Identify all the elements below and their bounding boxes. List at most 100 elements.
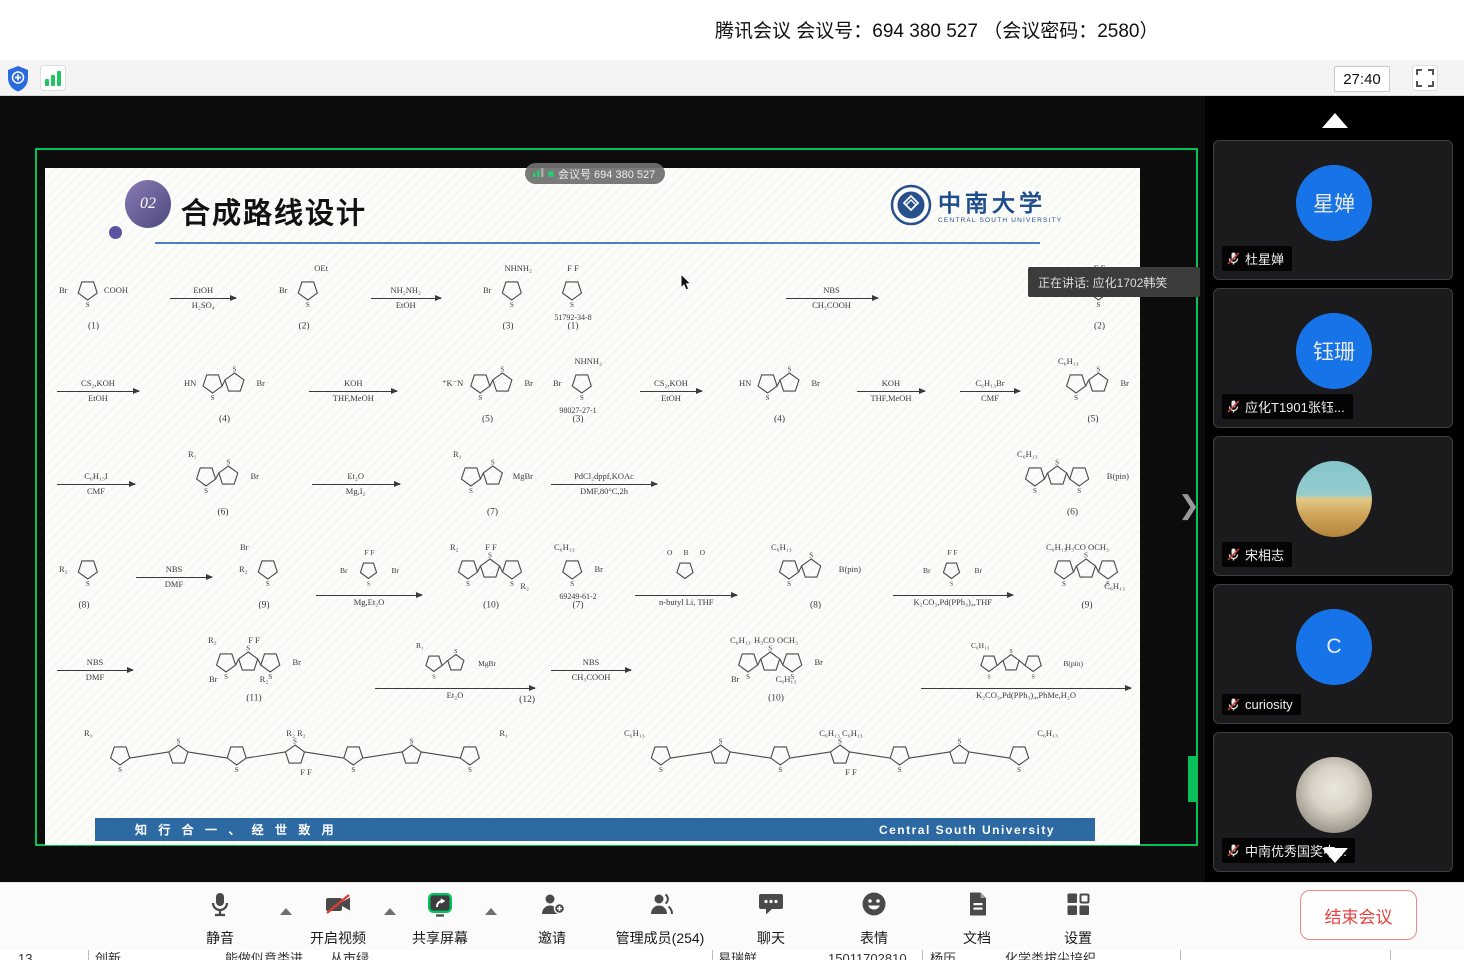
scroll-down-arrow[interactable]	[1322, 848, 1348, 863]
svg-text:S: S	[86, 580, 90, 588]
reaction-row: SR₂(8)NBSDMFSR₂Br(9)SBrBrF FMg,Et₂OSSSR₂…	[55, 531, 537, 624]
participants-sidebar: 星婵杜星婵钰珊应化T1901张钰...宋相志Ccuriosity中南优秀国奖中.…	[1205, 96, 1464, 882]
chat-button[interactable]: 聊天	[736, 890, 806, 948]
share-options-caret[interactable]	[485, 908, 497, 915]
reaction-arrow: C₆H₁₃ICMF	[57, 472, 135, 497]
svg-text:S: S	[432, 675, 435, 681]
university-logo: 中南大学 CENTRAL SOUTH UNIVERSITY	[890, 184, 1062, 231]
security-shield-icon[interactable]	[4, 64, 32, 92]
video-button[interactable]: 开启视频	[299, 890, 377, 948]
mic-muted-icon	[1226, 843, 1241, 858]
emoji-button[interactable]: 表情	[839, 890, 909, 948]
university-name-en: CENTRAL SOUTH UNIVERSITY	[938, 217, 1062, 224]
compound-structure: SBrC₆H₁₃69249-61-2(7)	[551, 541, 605, 614]
svg-text:S: S	[1096, 366, 1100, 374]
signal-bars-icon	[533, 167, 544, 181]
svg-text:(5): (5)	[482, 414, 493, 424]
button-label: 开启视频	[310, 928, 366, 948]
video-options-caret[interactable]	[384, 908, 396, 915]
svg-text:C₆H₁₃: C₆H₁₃	[1017, 449, 1038, 459]
svg-text:Br: Br	[256, 378, 265, 388]
svg-text:(11): (11)	[246, 693, 261, 703]
participant-tile[interactable]: 钰珊应化T1901张钰...	[1213, 288, 1453, 428]
compound-structure: SBrOEt(2)	[277, 262, 331, 335]
participant-tile[interactable]: 宋相志	[1213, 436, 1453, 576]
meeting-id-badge[interactable]: 会议号 694 380 527	[525, 163, 665, 184]
members-button[interactable]: 管理成员(254)	[595, 890, 725, 948]
compound-structure: SF F51792-34-8(1)	[551, 262, 595, 335]
mute-options-caret[interactable]	[280, 908, 292, 915]
share-button[interactable]: 共享屏幕	[401, 890, 479, 948]
svg-text:R₁: R₁	[453, 449, 462, 459]
svg-text:C₆H₁₃: C₆H₁₃	[1104, 581, 1125, 591]
svg-text:S: S	[950, 582, 953, 588]
docs-button[interactable]: 文档	[942, 890, 1012, 948]
compound-structure: SBrCOOH(1)	[57, 262, 130, 335]
emoji-icon	[860, 890, 888, 923]
svg-text:S: S	[210, 394, 214, 402]
end-meeting-button[interactable]: 结束会议	[1300, 890, 1417, 940]
svg-text:S: S	[491, 459, 495, 467]
svg-text:S: S	[719, 738, 723, 746]
svg-text:H₃CO OCH₃: H₃CO OCH₃	[1065, 542, 1109, 552]
reaction-row: CS₂,KOHEtOHSSHNBr(4)KOHTHF,MeOHSS⁺K⁻NBr(…	[55, 345, 537, 438]
svg-text:S: S	[957, 738, 961, 746]
svg-text:(9): (9)	[1081, 600, 1092, 610]
presentation-slide: 02 合成路线设计 中南大学 CENTRAL SOUTH UNIVERSITY …	[45, 168, 1140, 845]
reaction-row: SSSSSSSC₆H₁₃C₆H₁₃ C₆H₁₃C₆H₁₃F F	[549, 717, 1133, 810]
participant-tile[interactable]: 星婵杜星婵	[1213, 140, 1453, 280]
svg-text:S: S	[500, 366, 504, 374]
scroll-up-arrow[interactable]	[1322, 113, 1348, 128]
settings-icon	[1064, 890, 1092, 923]
reaction-row: SF F51792-34-8(1)NBSCH₃COOHSBrBrF F(2)	[549, 252, 1133, 345]
compound-structure: SSSBrC₆H₁₃H₃CO OCH₃BrC₆H₁₃(10)	[727, 634, 825, 707]
svg-text:S: S	[86, 301, 90, 309]
compound-structure: SSSC₆H₁₃H₃CO OCH₃C₆H₁₃(9)	[1043, 541, 1131, 614]
svg-text:S: S	[118, 766, 122, 774]
svg-text:S: S	[454, 649, 457, 655]
mute-button[interactable]: 静音	[184, 890, 256, 948]
meeting-title: 腾讯会议 会议号：694 380 527 （会议密码：2580）	[715, 16, 1159, 43]
svg-text:(7): (7)	[572, 600, 583, 610]
reaction-row: C₆H₁₃ICMFSSBrR₁(6)Et₂OMg,I₂SSMgBrR₁(7)	[55, 438, 537, 531]
compound-structure: SR₂Br(9)	[237, 541, 291, 614]
svg-text:NHNH₂: NHNH₂	[504, 263, 532, 273]
background-text-fragment: 能做似意类进	[225, 950, 303, 960]
reaction-row: SBrCOOH(1)EtOHH₂SO₄SBrOEt(2)NH₂NH₂EtOHSB…	[55, 252, 537, 345]
network-signal-icon[interactable]	[40, 65, 66, 91]
svg-text:S: S	[246, 645, 250, 653]
svg-text:(6): (6)	[1067, 507, 1078, 517]
collapse-panel-chevron[interactable]: ❯	[1178, 492, 1200, 518]
mic-muted-icon	[1226, 697, 1241, 712]
svg-text:(3): (3)	[572, 414, 583, 424]
svg-text:R₁: R₁	[188, 449, 197, 459]
fullscreen-button[interactable]	[1412, 65, 1438, 91]
svg-text:R₁: R₁	[416, 641, 424, 650]
svg-text:R₂ R₂: R₂ R₂	[286, 728, 305, 738]
camera-off-icon	[324, 890, 352, 923]
background-text-fragment: 化学类拔尖培织	[1005, 950, 1096, 960]
svg-text:Br: Br	[340, 566, 348, 575]
svg-text:Br: Br	[240, 542, 249, 552]
svg-text:R₂: R₂	[59, 564, 68, 574]
settings-button[interactable]: 设置	[1043, 890, 1113, 948]
svg-text:Br: Br	[391, 566, 399, 575]
mic-icon	[206, 890, 234, 923]
svg-text:R₁: R₁	[499, 728, 508, 738]
svg-text:(5): (5)	[1087, 414, 1098, 424]
svg-text:R₂: R₂	[208, 635, 217, 645]
status-toolbar: 27:40	[0, 60, 1464, 96]
participant-label: 应化T1901张钰...	[1222, 394, 1353, 419]
svg-text:S: S	[469, 487, 473, 495]
reaction-arrow: SSMgBrR₁Et₂O(12)	[375, 640, 535, 701]
background-cell-border	[712, 950, 713, 960]
svg-text:C₆H₁₃: C₆H₁₃	[971, 641, 990, 650]
svg-text:F F: F F	[248, 635, 260, 645]
svg-text:(4): (4)	[219, 414, 230, 424]
reaction-scheme-right: SF F51792-34-8(1)NBSCH₃COOHSBrBrF F(2)SB…	[549, 252, 1133, 810]
svg-text:(2): (2)	[1094, 321, 1105, 331]
button-label: 静音	[206, 928, 234, 948]
invite-button[interactable]: 邀请	[516, 890, 588, 948]
svg-text:Br: Br	[553, 378, 562, 388]
participant-tile[interactable]: Ccuriosity	[1213, 584, 1453, 724]
